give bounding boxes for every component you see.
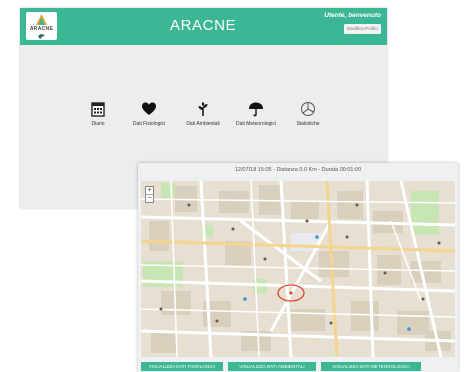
app-header: ARACNE ARACNE Utente, benvenuto Modifica… [20, 8, 387, 45]
feature-environmental[interactable]: Dati Ambientali [173, 101, 233, 127]
zoom-in-button[interactable]: + [146, 187, 153, 194]
logo-text: ARACNE [29, 26, 54, 32]
zoom-control: + − [145, 186, 154, 203]
view-environmental-data-button[interactable]: VISUALIZZA DATI AMBIENTALI [228, 362, 316, 371]
app-logo[interactable]: ARACNE [26, 12, 57, 40]
umbrella-icon [249, 102, 263, 117]
view-meteorological-data-button[interactable]: VISUALIZZA DATI METEOROLOGICI [321, 362, 421, 371]
bird-icon [38, 34, 45, 39]
pie-chart-icon [301, 102, 315, 116]
edit-profile-button[interactable]: Modifica Profilo [344, 24, 381, 34]
data-buttons-row: VISUALIZZA DATI FISIOLOGICI VISUALIZZA D… [141, 362, 455, 372]
session-info: 12/07/18 15:05 - Distanza 0.0 Km - Durat… [234, 167, 362, 173]
zoom-out-button[interactable]: − [146, 194, 153, 202]
session-window: 12/07/18 15:05 - Distanza 0.0 Km - Durat… [138, 163, 458, 372]
feature-statistics[interactable]: Statistiche [278, 101, 338, 127]
route-map[interactable]: + − [141, 181, 455, 357]
spider-logo-icon [36, 14, 47, 25]
map-canvas [141, 181, 455, 357]
feature-label: Dati Ambientali [186, 121, 220, 127]
feature-label: Dati Meteorologici [235, 121, 277, 127]
app-title: ARACNE [170, 17, 237, 34]
view-physiological-data-button[interactable]: VISUALIZZA DATI FISIOLOGICI [141, 362, 223, 371]
plant-icon [198, 102, 208, 116]
feature-label: Dati Fisiologici [132, 121, 166, 127]
feature-physiological[interactable]: Dati Fisiologici [119, 101, 179, 127]
feature-meteorological[interactable]: Dati Meteorologici [226, 101, 286, 127]
feature-label: Statistiche [296, 121, 320, 127]
calendar-icon [91, 102, 105, 117]
welcome-text: Utente, benvenuto [324, 12, 381, 19]
heart-icon [142, 102, 156, 115]
